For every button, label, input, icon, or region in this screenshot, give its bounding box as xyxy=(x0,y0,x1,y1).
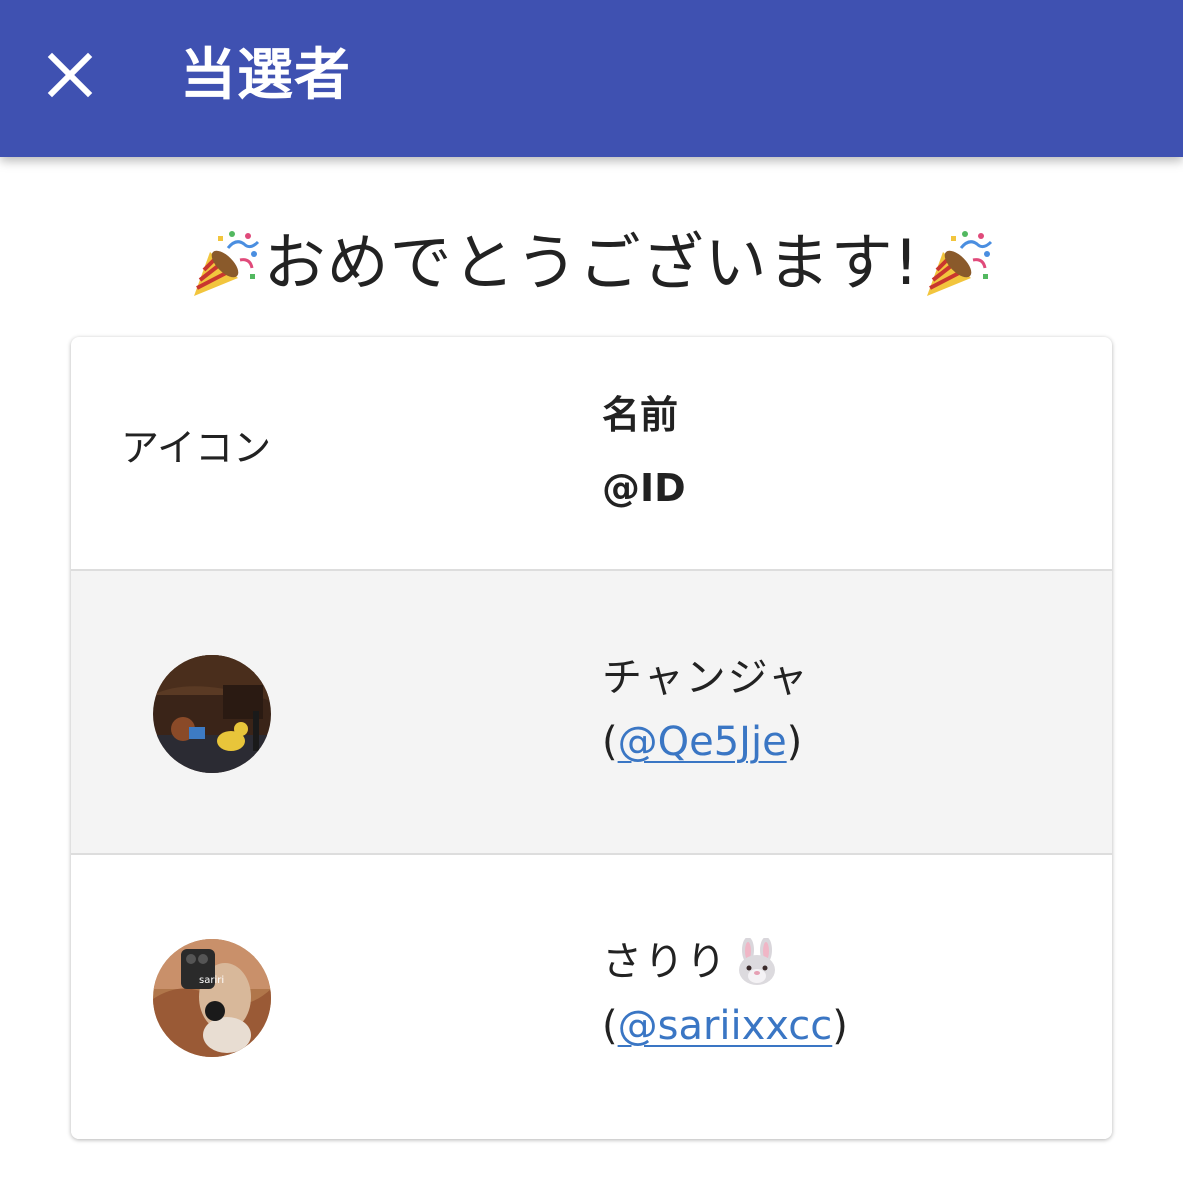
congratulations-heading: おめでとうございます! xyxy=(0,218,1183,308)
congratulations-text: おめでとうございます! xyxy=(263,226,920,299)
column-header-id: @ID xyxy=(602,466,686,510)
close-paren: ) xyxy=(786,719,803,765)
winner-handle: (@Qe5Jje) xyxy=(602,717,802,767)
avatar[interactable] xyxy=(153,655,271,773)
winner-handle: (@sariixxcc) xyxy=(602,1001,848,1051)
winner-name-text: さりり xyxy=(602,939,728,985)
winner-name-text: チャンジャ xyxy=(602,655,810,701)
table-row: チャンジャ (@Qe5Jje) xyxy=(71,571,1112,855)
column-header-icon: アイコン xyxy=(121,426,272,470)
open-paren: ( xyxy=(602,1003,618,1049)
party-popper-icon xyxy=(193,231,259,296)
winner-name: さりり xyxy=(602,937,780,987)
table-row: sariri さりり (@sariixxcc) xyxy=(71,855,1112,1139)
winner-name: チャンジャ xyxy=(602,653,810,703)
table-header: アイコン 名前 @ID xyxy=(71,337,1112,571)
column-header-name: 名前 xyxy=(602,393,679,437)
open-paren: ( xyxy=(602,719,618,765)
close-paren: ) xyxy=(832,1003,848,1049)
party-popper-icon xyxy=(927,231,993,296)
handle-link[interactable]: @sariixxcc xyxy=(618,1003,833,1049)
app-bar: 当選者 xyxy=(0,0,1183,157)
close-icon xyxy=(47,52,93,98)
rabbit-face-icon xyxy=(739,938,775,985)
close-button[interactable] xyxy=(30,35,110,115)
avatar[interactable]: sariri xyxy=(153,939,271,1057)
page-title: 当選者 xyxy=(180,43,351,108)
svg-text:sariri: sariri xyxy=(199,975,224,986)
winners-table: アイコン 名前 @ID チャンジャ (@Qe5Jje) sariri さりり (… xyxy=(71,337,1112,1139)
handle-link[interactable]: @Qe5Jje xyxy=(618,719,787,765)
